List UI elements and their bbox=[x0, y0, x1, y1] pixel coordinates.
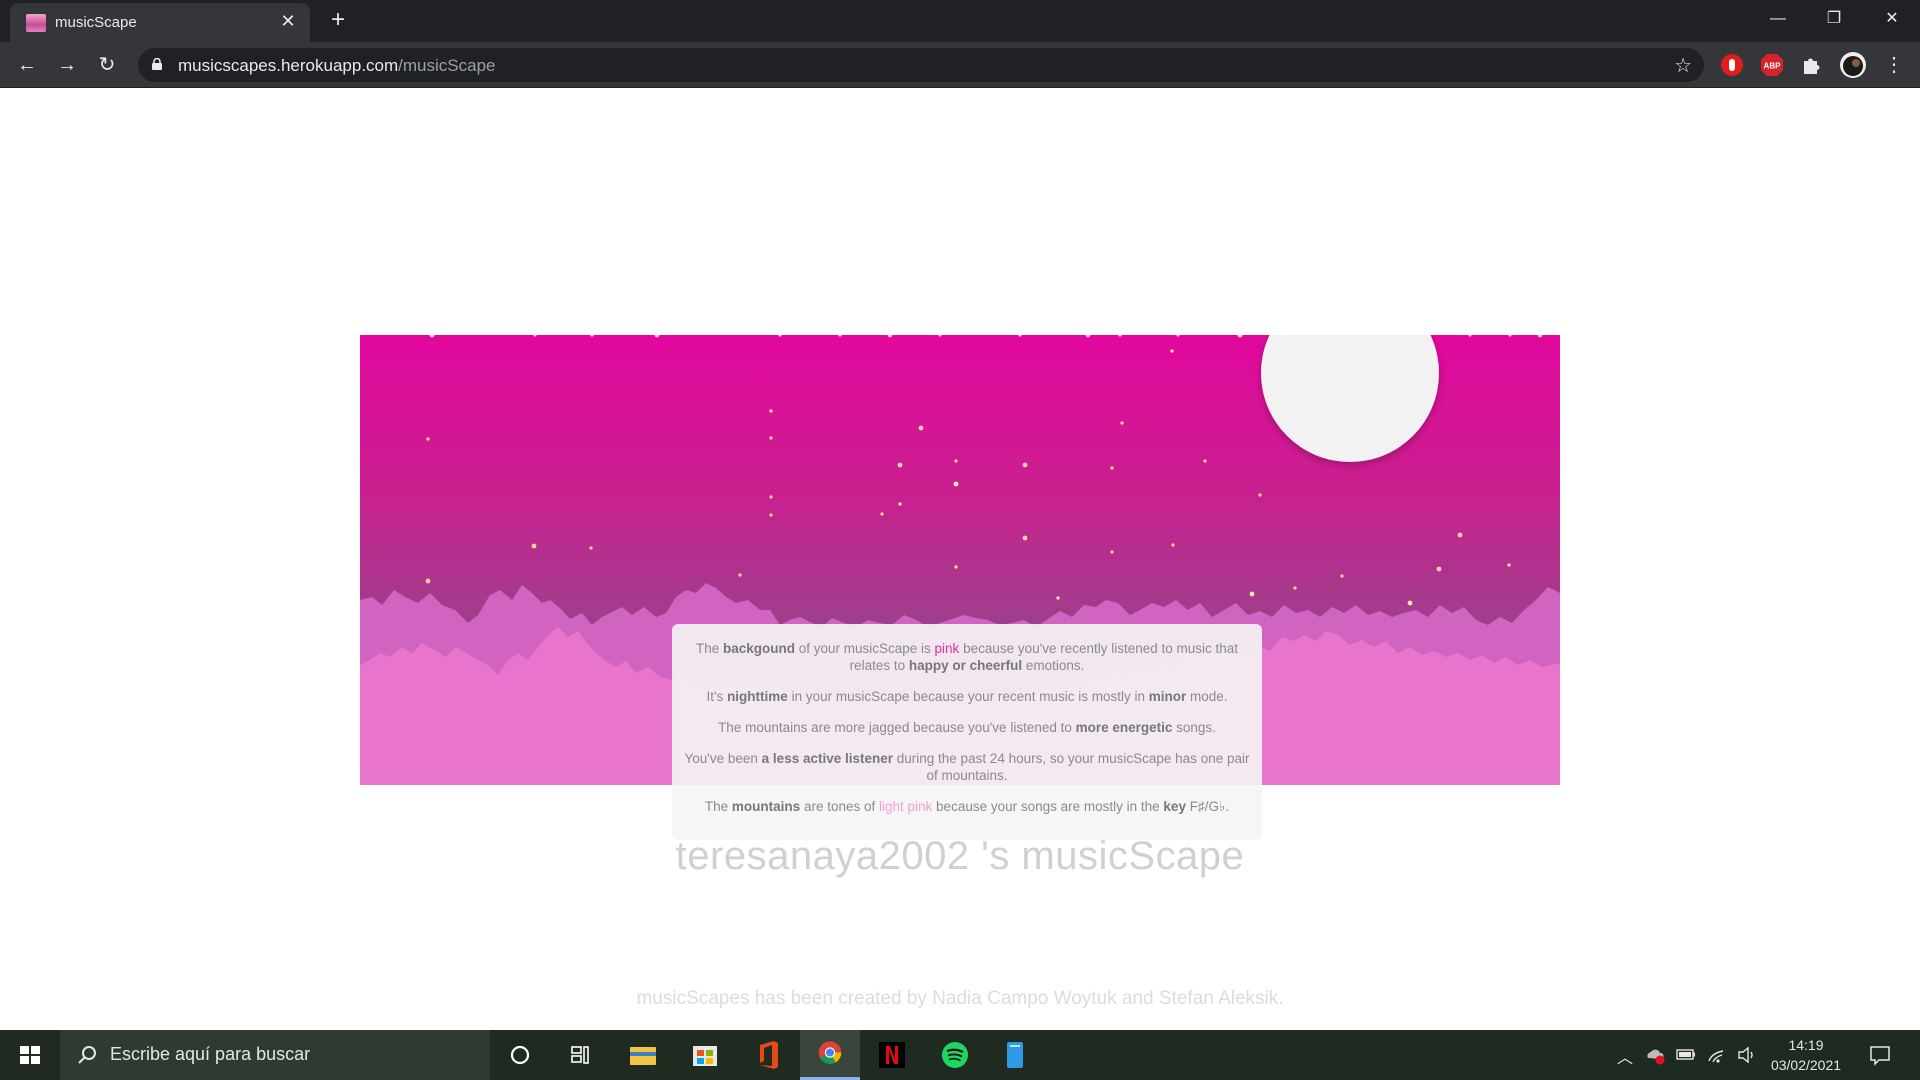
credits-text: musicScapes has been created by Nadia Ca… bbox=[636, 988, 1284, 1009]
store-icon[interactable] bbox=[675, 1030, 735, 1080]
minimize-icon[interactable]: — bbox=[1750, 0, 1806, 38]
onedrive-error-icon[interactable] bbox=[1644, 1044, 1666, 1066]
taskbar-search-box[interactable]: Escribe aquí para buscar bbox=[60, 1030, 490, 1080]
puzzle-extensions-icon[interactable] bbox=[1800, 53, 1824, 77]
star bbox=[954, 565, 958, 569]
office-icon[interactable] bbox=[738, 1030, 798, 1080]
notes-icon[interactable] bbox=[985, 1030, 1045, 1080]
page-content: The backgound of your musicScape is pink… bbox=[0, 89, 1920, 1030]
bookmark-star-icon[interactable]: ☆ bbox=[1674, 53, 1692, 78]
battery-icon[interactable] bbox=[1676, 1044, 1696, 1064]
star bbox=[738, 573, 742, 577]
star bbox=[1110, 466, 1114, 470]
star bbox=[589, 546, 593, 550]
browser-tab[interactable]: musicScape ✕ bbox=[10, 3, 310, 42]
chrome-menu-icon[interactable]: ⋮ bbox=[1878, 49, 1910, 81]
task-view-icon[interactable] bbox=[550, 1030, 610, 1080]
mountain-color-explanation: The mountains are tones of light pink be… bbox=[704, 799, 1230, 814]
reload-icon[interactable]: ↻ bbox=[91, 49, 123, 81]
system-clock[interactable]: 14:19 03/02/2021 bbox=[1764, 1035, 1848, 1075]
windows-start-icon[interactable] bbox=[0, 1030, 60, 1080]
star bbox=[1056, 596, 1060, 600]
mountain-shape-explanation: The mountains are more jagged because yo… bbox=[718, 720, 1216, 735]
clock-date: 03/02/2021 bbox=[1770, 1057, 1842, 1073]
star bbox=[531, 543, 537, 549]
star bbox=[1022, 535, 1028, 541]
tab-title: musicScape bbox=[55, 14, 137, 31]
tab-close-icon[interactable]: ✕ bbox=[276, 9, 300, 33]
forward-arrow-icon[interactable]: → bbox=[51, 49, 83, 81]
star bbox=[1457, 532, 1463, 538]
star bbox=[1507, 563, 1511, 567]
file-explorer-icon[interactable] bbox=[613, 1030, 673, 1080]
star bbox=[769, 436, 773, 440]
spotify-icon[interactable] bbox=[925, 1030, 985, 1080]
star bbox=[1436, 566, 1442, 572]
star bbox=[1293, 586, 1297, 590]
background-explanation: The backgound of your musicScape is pink… bbox=[695, 641, 1239, 673]
clock-time: 14:19 bbox=[1788, 1037, 1824, 1053]
windows-taskbar: Escribe aquí para buscar ︿ 14:19 03/02/2… bbox=[0, 1030, 1920, 1080]
star bbox=[769, 409, 773, 413]
chrome-icon[interactable] bbox=[800, 1030, 860, 1080]
adblock-label: ABP bbox=[1764, 62, 1782, 71]
adblock-plus-icon[interactable]: ABP bbox=[1760, 53, 1784, 77]
show-hidden-icons-icon[interactable]: ︿ bbox=[1617, 1044, 1633, 1068]
address-bar[interactable]: musicscapes.herokuapp.com/musicScape ☆ bbox=[138, 48, 1704, 82]
new-tab-button[interactable]: + bbox=[324, 6, 352, 34]
time-of-day-explanation: It's nighttime in your musicScape becaus… bbox=[706, 689, 1228, 704]
window-close-icon[interactable]: ✕ bbox=[1864, 0, 1920, 38]
star bbox=[425, 578, 431, 584]
star bbox=[1407, 600, 1413, 606]
star bbox=[1120, 421, 1124, 425]
star bbox=[426, 437, 430, 441]
star bbox=[1203, 459, 1207, 463]
netflix-icon[interactable] bbox=[862, 1030, 922, 1080]
star bbox=[918, 425, 924, 431]
star bbox=[1022, 462, 1028, 468]
star bbox=[769, 495, 773, 499]
browser-toolbar: ← → ↻ musicscapes.herokuapp.com/musicSca… bbox=[0, 42, 1920, 88]
star bbox=[769, 513, 773, 517]
star bbox=[1340, 574, 1344, 578]
star bbox=[898, 502, 902, 506]
cortana-icon[interactable] bbox=[490, 1030, 550, 1080]
search-icon bbox=[78, 1046, 96, 1064]
star bbox=[1171, 543, 1175, 547]
star bbox=[1258, 493, 1262, 497]
page-title: teresanaya2002 's musicScape bbox=[675, 834, 1245, 878]
star bbox=[897, 462, 903, 468]
browser-tab-strip: musicScape ✕ + — ❐ ✕ bbox=[0, 0, 1920, 42]
star bbox=[880, 512, 884, 516]
hand-stop-extension-icon[interactable] bbox=[1720, 53, 1744, 77]
restore-icon[interactable]: ❐ bbox=[1806, 0, 1862, 38]
wifi-icon[interactable] bbox=[1706, 1044, 1728, 1066]
volume-icon[interactable] bbox=[1736, 1044, 1758, 1066]
back-arrow-icon[interactable]: ← bbox=[11, 49, 43, 81]
star bbox=[1249, 591, 1255, 597]
star bbox=[1110, 550, 1114, 554]
star bbox=[953, 481, 959, 487]
star bbox=[954, 459, 958, 463]
lock-icon bbox=[152, 58, 162, 70]
notification-center-icon[interactable] bbox=[1868, 1043, 1892, 1067]
profile-avatar[interactable] bbox=[1840, 52, 1866, 78]
search-placeholder: Escribe aquí para buscar bbox=[110, 1044, 311, 1064]
star bbox=[1170, 349, 1174, 353]
musicscape-favicon-icon bbox=[26, 14, 46, 32]
url-text: musicscapes.herokuapp.com/musicScape bbox=[178, 56, 496, 75]
listener-activity-explanation: You've been a less active listener durin… bbox=[684, 751, 1250, 783]
musicscape-explanation-card: The backgound of your musicScape is pink… bbox=[672, 624, 1262, 840]
